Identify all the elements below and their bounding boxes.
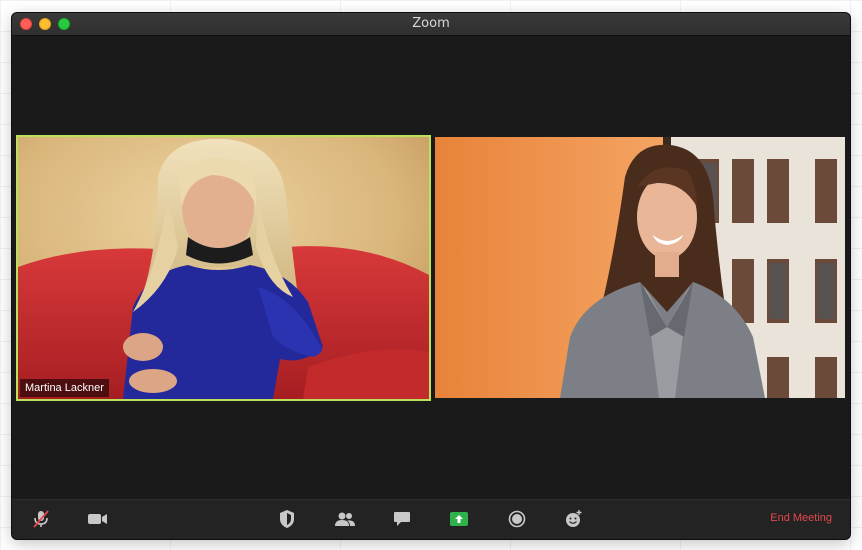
mute-microphone-icon — [33, 510, 49, 528]
chat-icon — [394, 512, 410, 526]
security-button[interactable] — [275, 508, 299, 530]
participants-icon — [335, 512, 355, 526]
mute-microphone-button[interactable] — [29, 508, 53, 530]
zoom-window: Zoom Martina Lackner End Meeting — [12, 13, 850, 539]
participant-video-tile-martina[interactable]: Martina Lackner — [16, 135, 431, 401]
participant-video-feed — [435, 137, 845, 398]
meeting-toolbar: End Meeting — [12, 499, 850, 539]
chat-button[interactable] — [390, 508, 414, 530]
participant-video-feed — [18, 137, 429, 399]
security-shield-icon — [280, 510, 294, 528]
title-bar[interactable]: Zoom — [12, 13, 850, 36]
participants-button[interactable] — [333, 508, 357, 530]
record-icon — [508, 510, 526, 528]
participant-video-tile-2[interactable] — [435, 137, 845, 398]
share-screen-icon — [450, 512, 468, 526]
stop-video-button[interactable] — [86, 508, 110, 530]
video-camera-icon — [88, 514, 107, 524]
record-button[interactable] — [505, 508, 529, 530]
reactions-icon — [566, 510, 582, 527]
end-meeting-button[interactable]: End Meeting — [770, 512, 832, 524]
window-title: Zoom — [412, 16, 450, 31]
video-gallery: Martina Lackner — [12, 36, 850, 500]
participant-name-label: Martina Lackner — [20, 379, 109, 397]
reactions-button[interactable] — [562, 508, 586, 530]
share-screen-button[interactable] — [447, 508, 471, 530]
